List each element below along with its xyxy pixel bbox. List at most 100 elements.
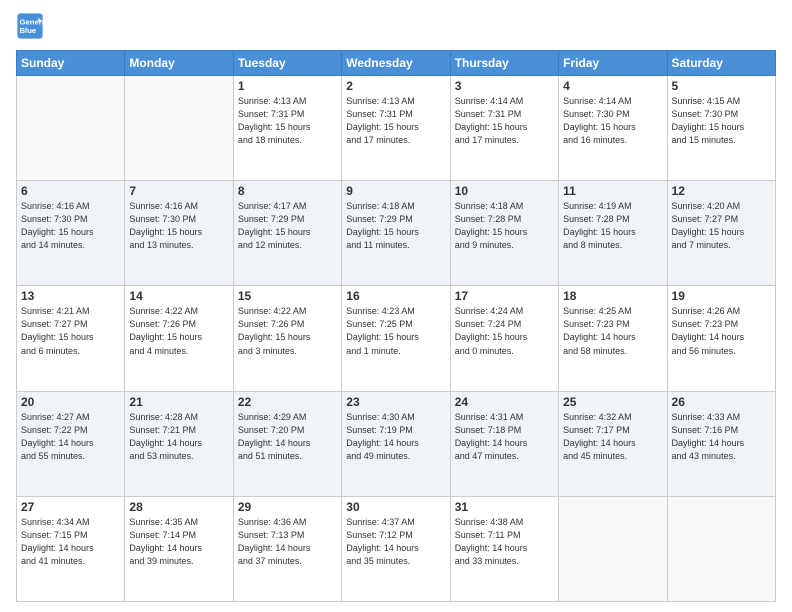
calendar-cell: [559, 496, 667, 601]
svg-text:Blue: Blue: [20, 26, 37, 35]
day-info: Sunrise: 4:33 AM Sunset: 7:16 PM Dayligh…: [672, 411, 771, 463]
calendar-cell: 2 Sunrise: 4:13 AM Sunset: 7:31 PM Daylig…: [342, 76, 450, 181]
day-info: Sunrise: 4:38 AM Sunset: 7:11 PM Dayligh…: [455, 516, 554, 568]
day-info: Sunrise: 4:29 AM Sunset: 7:20 PM Dayligh…: [238, 411, 337, 463]
day-info: Sunrise: 4:18 AM Sunset: 7:29 PM Dayligh…: [346, 200, 445, 252]
day-number: 5: [672, 79, 771, 93]
day-number: 28: [129, 500, 228, 514]
day-info: Sunrise: 4:22 AM Sunset: 7:26 PM Dayligh…: [238, 305, 337, 357]
day-header-thursday: Thursday: [450, 51, 558, 76]
calendar-cell: 24 Sunrise: 4:31 AM Sunset: 7:18 PM Dayli…: [450, 391, 558, 496]
calendar-cell: 20 Sunrise: 4:27 AM Sunset: 7:22 PM Dayli…: [17, 391, 125, 496]
day-number: 24: [455, 395, 554, 409]
day-info: Sunrise: 4:19 AM Sunset: 7:28 PM Dayligh…: [563, 200, 662, 252]
day-info: Sunrise: 4:28 AM Sunset: 7:21 PM Dayligh…: [129, 411, 228, 463]
calendar-cell: 16 Sunrise: 4:23 AM Sunset: 7:25 PM Dayli…: [342, 286, 450, 391]
calendar-week-row: 1 Sunrise: 4:13 AM Sunset: 7:31 PM Daylig…: [17, 76, 776, 181]
logo: General Blue: [16, 12, 46, 40]
day-number: 30: [346, 500, 445, 514]
day-number: 6: [21, 184, 120, 198]
calendar-cell: 1 Sunrise: 4:13 AM Sunset: 7:31 PM Daylig…: [233, 76, 341, 181]
calendar-cell: 18Sunrise: 4:25 AM Sunset: 7:23 PM Dayli…: [559, 286, 667, 391]
day-number: 14: [129, 289, 228, 303]
calendar-week-row: 13Sunrise: 4:21 AM Sunset: 7:27 PM Dayli…: [17, 286, 776, 391]
day-info: Sunrise: 4:13 AM Sunset: 7:31 PM Dayligh…: [346, 95, 445, 147]
day-info: Sunrise: 4:23 AM Sunset: 7:25 PM Dayligh…: [346, 305, 445, 357]
day-info: Sunrise: 4:14 AM Sunset: 7:31 PM Dayligh…: [455, 95, 554, 147]
calendar-week-row: 27 Sunrise: 4:34 AM Sunset: 7:15 PM Dayli…: [17, 496, 776, 601]
day-info: Sunrise: 4:14 AM Sunset: 7:30 PM Dayligh…: [563, 95, 662, 147]
calendar-week-row: 20 Sunrise: 4:27 AM Sunset: 7:22 PM Dayli…: [17, 391, 776, 496]
day-number: 9: [346, 184, 445, 198]
calendar-cell: 29 Sunrise: 4:36 AM Sunset: 7:13 PM Dayli…: [233, 496, 341, 601]
calendar-header-row: SundayMondayTuesdayWednesdayThursdayFrid…: [17, 51, 776, 76]
calendar-cell: 8Sunrise: 4:17 AM Sunset: 7:29 PM Daylig…: [233, 181, 341, 286]
day-number: 7: [129, 184, 228, 198]
day-number: 17: [455, 289, 554, 303]
day-info: Sunrise: 4:34 AM Sunset: 7:15 PM Dayligh…: [21, 516, 120, 568]
day-info: Sunrise: 4:18 AM Sunset: 7:28 PM Dayligh…: [455, 200, 554, 252]
day-number: 22: [238, 395, 337, 409]
day-header-friday: Friday: [559, 51, 667, 76]
day-info: Sunrise: 4:20 AM Sunset: 7:27 PM Dayligh…: [672, 200, 771, 252]
day-info: Sunrise: 4:31 AM Sunset: 7:18 PM Dayligh…: [455, 411, 554, 463]
calendar-cell: [17, 76, 125, 181]
day-info: Sunrise: 4:22 AM Sunset: 7:26 PM Dayligh…: [129, 305, 228, 357]
day-number: 12: [672, 184, 771, 198]
day-number: 16: [346, 289, 445, 303]
calendar-cell: 22 Sunrise: 4:29 AM Sunset: 7:20 PM Dayli…: [233, 391, 341, 496]
day-number: 13: [21, 289, 120, 303]
calendar-cell: 4Sunrise: 4:14 AM Sunset: 7:30 PM Daylig…: [559, 76, 667, 181]
calendar-cell: 10 Sunrise: 4:18 AM Sunset: 7:28 PM Dayli…: [450, 181, 558, 286]
day-number: 29: [238, 500, 337, 514]
calendar-cell: 23 Sunrise: 4:30 AM Sunset: 7:19 PM Dayli…: [342, 391, 450, 496]
day-number: 27: [21, 500, 120, 514]
day-number: 10: [455, 184, 554, 198]
day-info: Sunrise: 4:25 AM Sunset: 7:23 PM Dayligh…: [563, 305, 662, 357]
calendar-cell: 31 Sunrise: 4:38 AM Sunset: 7:11 PM Dayli…: [450, 496, 558, 601]
calendar-cell: 7 Sunrise: 4:16 AM Sunset: 7:30 PM Daylig…: [125, 181, 233, 286]
day-number: 2: [346, 79, 445, 93]
calendar-cell: 13Sunrise: 4:21 AM Sunset: 7:27 PM Dayli…: [17, 286, 125, 391]
day-info: Sunrise: 4:17 AM Sunset: 7:29 PM Dayligh…: [238, 200, 337, 252]
day-header-sunday: Sunday: [17, 51, 125, 76]
calendar-cell: 27 Sunrise: 4:34 AM Sunset: 7:15 PM Dayli…: [17, 496, 125, 601]
calendar-cell: 28Sunrise: 4:35 AM Sunset: 7:14 PM Dayli…: [125, 496, 233, 601]
day-number: 1: [238, 79, 337, 93]
calendar-cell: 15Sunrise: 4:22 AM Sunset: 7:26 PM Dayli…: [233, 286, 341, 391]
calendar-cell: 21 Sunrise: 4:28 AM Sunset: 7:21 PM Dayli…: [125, 391, 233, 496]
calendar-cell: 12 Sunrise: 4:20 AM Sunset: 7:27 PM Dayli…: [667, 181, 775, 286]
day-number: 21: [129, 395, 228, 409]
calendar-cell: 6 Sunrise: 4:16 AM Sunset: 7:30 PM Daylig…: [17, 181, 125, 286]
day-number: 20: [21, 395, 120, 409]
day-info: Sunrise: 4:16 AM Sunset: 7:30 PM Dayligh…: [129, 200, 228, 252]
day-info: Sunrise: 4:27 AM Sunset: 7:22 PM Dayligh…: [21, 411, 120, 463]
day-header-saturday: Saturday: [667, 51, 775, 76]
calendar-cell: 17Sunrise: 4:24 AM Sunset: 7:24 PM Dayli…: [450, 286, 558, 391]
day-number: 23: [346, 395, 445, 409]
day-info: Sunrise: 4:30 AM Sunset: 7:19 PM Dayligh…: [346, 411, 445, 463]
day-info: Sunrise: 4:13 AM Sunset: 7:31 PM Dayligh…: [238, 95, 337, 147]
day-header-tuesday: Tuesday: [233, 51, 341, 76]
calendar-week-row: 6 Sunrise: 4:16 AM Sunset: 7:30 PM Daylig…: [17, 181, 776, 286]
calendar-cell: [125, 76, 233, 181]
day-number: 26: [672, 395, 771, 409]
calendar-cell: 5 Sunrise: 4:15 AM Sunset: 7:30 PM Daylig…: [667, 76, 775, 181]
day-number: 25: [563, 395, 662, 409]
calendar-cell: [667, 496, 775, 601]
day-info: Sunrise: 4:36 AM Sunset: 7:13 PM Dayligh…: [238, 516, 337, 568]
logo-icon: General Blue: [16, 12, 44, 40]
calendar-cell: 11Sunrise: 4:19 AM Sunset: 7:28 PM Dayli…: [559, 181, 667, 286]
day-info: Sunrise: 4:26 AM Sunset: 7:23 PM Dayligh…: [672, 305, 771, 357]
day-header-wednesday: Wednesday: [342, 51, 450, 76]
day-info: Sunrise: 4:16 AM Sunset: 7:30 PM Dayligh…: [21, 200, 120, 252]
calendar-cell: 19 Sunrise: 4:26 AM Sunset: 7:23 PM Dayli…: [667, 286, 775, 391]
calendar-cell: 3Sunrise: 4:14 AM Sunset: 7:31 PM Daylig…: [450, 76, 558, 181]
calendar-cell: 26 Sunrise: 4:33 AM Sunset: 7:16 PM Dayli…: [667, 391, 775, 496]
day-number: 19: [672, 289, 771, 303]
svg-text:General: General: [20, 18, 45, 27]
day-info: Sunrise: 4:15 AM Sunset: 7:30 PM Dayligh…: [672, 95, 771, 147]
day-info: Sunrise: 4:37 AM Sunset: 7:12 PM Dayligh…: [346, 516, 445, 568]
day-number: 31: [455, 500, 554, 514]
calendar-cell: 30 Sunrise: 4:37 AM Sunset: 7:12 PM Dayli…: [342, 496, 450, 601]
